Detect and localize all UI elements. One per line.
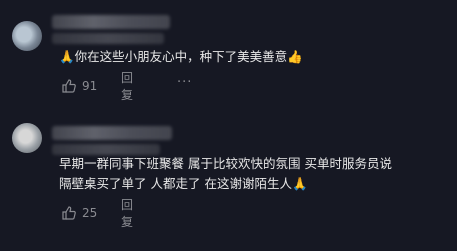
like-button[interactable]: 91	[61, 78, 97, 94]
username-redacted	[52, 126, 172, 140]
comment-actions: 25 回复	[61, 198, 133, 229]
avatar[interactable]	[12, 21, 42, 51]
avatar[interactable]	[12, 123, 42, 153]
comment-actions: 91 回复 ···	[61, 71, 191, 102]
comment-item: 早期一群同事下班聚餐 属于比较欢快的氛围 买单时服务员说 隔壁桌买了单了 人都走…	[0, 120, 457, 251]
reply-button[interactable]: 回复	[121, 196, 133, 230]
like-button[interactable]: 25	[61, 205, 97, 221]
username-redacted	[52, 15, 170, 29]
comment-text: 🙏你在这些小朋友心中，种下了美美善意👍	[59, 49, 303, 64]
meta-redacted	[52, 33, 164, 44]
like-count: 91	[82, 79, 98, 93]
like-count: 25	[82, 206, 98, 220]
thumbs-up-icon	[61, 78, 77, 94]
more-options-icon[interactable]: ···	[177, 75, 192, 90]
thumbs-up-icon	[61, 205, 77, 221]
reply-button[interactable]: 回复	[121, 69, 133, 103]
comment-item: 🙏你在这些小朋友心中，种下了美美善意👍 91 回复 ···	[0, 0, 457, 120]
comment-text: 早期一群同事下班聚餐 属于比较欢快的氛围 买单时服务员说 隔壁桌买了单了 人都走…	[59, 156, 392, 191]
